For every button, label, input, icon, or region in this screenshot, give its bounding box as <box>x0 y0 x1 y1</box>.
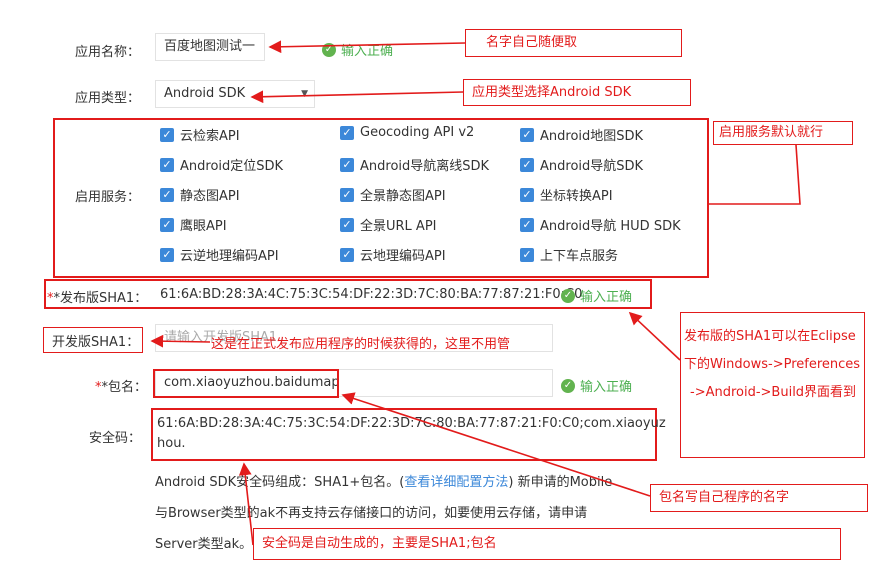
app-type-value: Android SDK <box>164 86 246 101</box>
service-checkbox[interactable]: ✓ 鹰眼API <box>160 215 227 234</box>
service-checkbox[interactable]: ✓ Android定位SDK <box>160 155 283 174</box>
service-label: Android导航 HUD SDK <box>540 219 681 234</box>
checkbox-checked-icon[interactable]: ✓ <box>340 125 354 140</box>
checkbox-checked-icon[interactable]: ✓ <box>520 247 534 262</box>
desc-line1: Android SDK安全码组成：SHA1+包名。(查看详细配置方法) 新申请的… <box>155 470 612 496</box>
checkbox-checked-icon[interactable]: ✓ <box>160 127 174 142</box>
config-method-link[interactable]: 查看详细配置方法 <box>404 475 508 490</box>
security-code-value: 61:6A:BD:28:3A:4C:75:3C:54:DF:22:3D:7C:8… <box>157 414 666 454</box>
package-label-text: *包名： <box>101 380 148 395</box>
service-checkbox[interactable]: ✓ 云检索API <box>160 125 240 144</box>
checkbox-checked-icon[interactable]: ✓ <box>340 217 354 232</box>
note-name: 名字自己随便取 <box>465 29 682 57</box>
package-highlight-box <box>153 369 339 398</box>
note-sha1-line1: 发布版的SHA1可以在Eclipse <box>684 329 856 344</box>
checkbox-checked-icon[interactable]: ✓ <box>520 127 534 142</box>
package-valid: ✓ 输入正确 <box>561 376 632 395</box>
service-checkbox[interactable]: ✓ 坐标转换API <box>520 185 613 204</box>
valid-text: 输入正确 <box>580 380 633 395</box>
app-type-select[interactable]: Android SDK ▼ <box>155 80 315 108</box>
checkbox-checked-icon[interactable]: ✓ <box>520 157 534 172</box>
checkbox-checked-icon[interactable]: ✓ <box>520 217 534 232</box>
service-checkbox[interactable]: ✓ 云地理编码API <box>340 245 446 264</box>
desc-line2: 与Browser类型的ak不再支持云存储接口的访问，如要使用云存储，请申请 <box>155 506 588 521</box>
service-checkbox[interactable]: ✓ Android导航 HUD SDK <box>520 215 681 234</box>
note-services: 启用服务默认就行 <box>713 121 853 145</box>
checkbox-checked-icon[interactable]: ✓ <box>340 247 354 262</box>
checkbox-checked-icon[interactable]: ✓ <box>160 247 174 262</box>
checkbox-checked-icon[interactable]: ✓ <box>160 187 174 202</box>
package-label: **包名： <box>95 380 148 395</box>
check-circle-icon: ✓ <box>561 288 575 303</box>
security-code-line2: hou. <box>157 436 186 451</box>
valid-text: 输入正确 <box>580 290 633 305</box>
service-label: 云地理编码API <box>360 249 446 264</box>
service-checkbox[interactable]: ✓ 全景静态图API <box>340 185 446 204</box>
service-label: Android定位SDK <box>180 159 284 174</box>
service-label: Android导航SDK <box>540 159 644 174</box>
note-security: 安全码是自动生成的，主要是SHA1;包名 <box>253 528 841 560</box>
service-label: 云逆地理编码API <box>180 249 279 264</box>
note-type: 应用类型选择Android SDK <box>463 79 691 106</box>
dev-sha1-label: 开发版SHA1： <box>52 335 140 350</box>
app-name-input[interactable]: 百度地图测试一 <box>155 33 265 61</box>
service-checkbox[interactable]: ✓ 上下车点服务 <box>520 245 618 264</box>
service-checkbox[interactable]: ✓ Android地图SDK <box>520 125 643 144</box>
checkbox-checked-icon[interactable]: ✓ <box>520 187 534 202</box>
service-label: Geocoding API v2 <box>360 125 475 140</box>
service-checkbox[interactable]: ✓ Android导航SDK <box>520 155 643 174</box>
release-sha1-input[interactable]: 61:6A:BD:28:3A:4C:75:3C:54:DF:22:3D:7C:8… <box>160 287 582 302</box>
app-name-valid: ✓ 输入正确 <box>322 40 393 59</box>
service-label: Android导航离线SDK <box>360 159 490 174</box>
service-label: 坐标转换API <box>540 189 613 204</box>
service-label: 鹰眼API <box>180 219 227 234</box>
note-package: 包名写自己程序的名字 <box>650 484 868 512</box>
checkbox-checked-icon[interactable]: ✓ <box>160 217 174 232</box>
note-sha1-location: 发布版的SHA1可以在Eclipse 下的Windows->Preference… <box>680 312 865 458</box>
caret-down-icon: ▼ <box>301 89 308 99</box>
checkbox-checked-icon[interactable]: ✓ <box>340 187 354 202</box>
note-sha1-line3: ->Android->Build界面看到 <box>690 385 857 400</box>
check-circle-icon: ✓ <box>322 42 336 57</box>
desc-line1-b: ) 新申请的Mobile <box>508 475 613 490</box>
desc-line1-a: Android SDK安全码组成：SHA1+包名。( <box>155 475 405 490</box>
service-label: 上下车点服务 <box>540 249 619 264</box>
security-code-label: 安全码： <box>89 431 142 446</box>
release-sha1-valid: ✓ 输入正确 <box>561 286 632 305</box>
desc-line3: Server类型ak。 <box>155 537 253 552</box>
service-checkbox[interactable]: ✓ 全景URL API <box>340 215 437 234</box>
release-sha1-label-text: *发布版SHA1： <box>53 291 148 306</box>
checkbox-checked-icon[interactable]: ✓ <box>160 157 174 172</box>
checkbox-checked-icon[interactable]: ✓ <box>340 157 354 172</box>
service-checkbox[interactable]: ✓ 静态图API <box>160 185 240 204</box>
app-name-label: 应用名称： <box>74 45 140 60</box>
app-type-label: 应用类型： <box>74 91 140 106</box>
service-checkbox[interactable]: ✓ Geocoding API v2 <box>340 125 474 140</box>
service-label: 云检索API <box>180 129 240 144</box>
note-dev-sha1: 这是在正式发布应用程序的时候获得的，这里不用管 <box>211 337 511 352</box>
security-code-line1: 61:6A:BD:28:3A:4C:75:3C:54:DF:22:3D:7C:8… <box>157 416 666 431</box>
service-label: 静态图API <box>180 189 240 204</box>
service-checkbox[interactable]: ✓ 云逆地理编码API <box>160 245 279 264</box>
note-sha1-line2: 下的Windows->Preferences <box>684 357 861 372</box>
service-label: Android地图SDK <box>540 129 644 144</box>
service-label: 全景URL API <box>360 219 437 234</box>
service-label: 全景静态图API <box>360 189 446 204</box>
valid-text: 输入正确 <box>341 44 394 59</box>
release-sha1-label: **发布版SHA1： <box>47 291 148 306</box>
check-circle-icon: ✓ <box>561 378 575 393</box>
service-checkbox[interactable]: ✓ Android导航离线SDK <box>340 155 489 174</box>
